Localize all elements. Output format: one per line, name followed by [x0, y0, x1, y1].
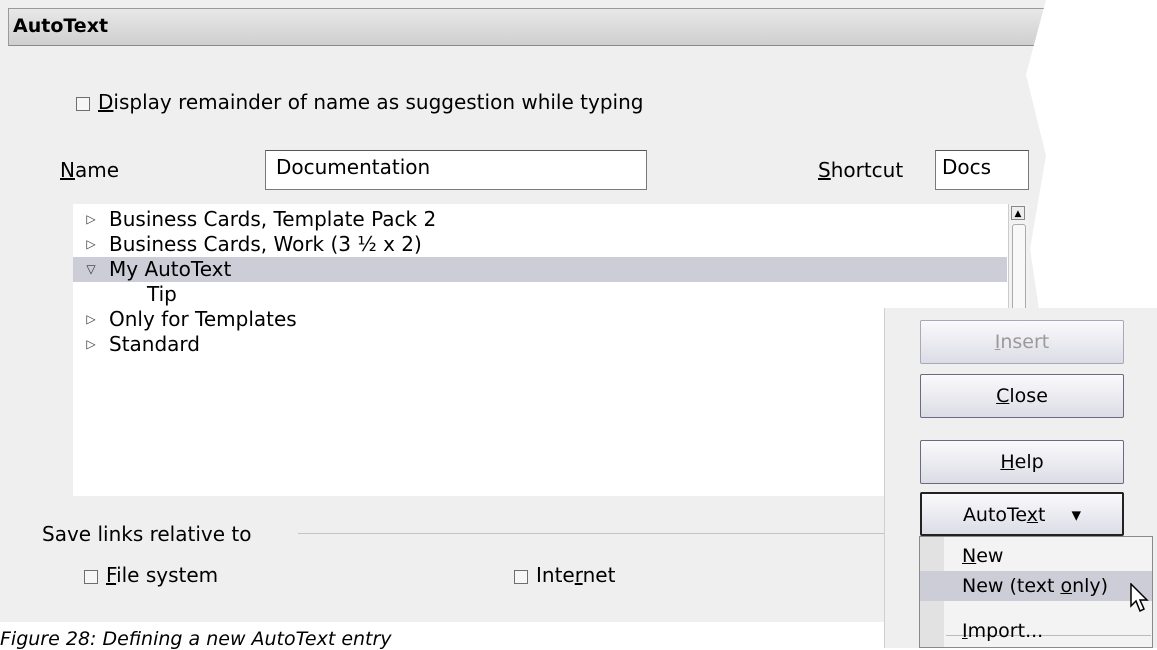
help-accel: H — [1000, 451, 1015, 473]
tree-item-label: Standard — [109, 332, 200, 356]
tree-item-label: Business Cards, Work (3 ½ x 2) — [109, 232, 422, 256]
insert-label: nsert — [1000, 331, 1050, 353]
expand-triangle-icon[interactable]: ▷ — [73, 332, 109, 357]
scroll-thumb[interactable] — [1012, 224, 1026, 316]
shortcut-input[interactable]: Docs — [935, 150, 1029, 190]
tree-item-label: Business Cards, Template Pack 2 — [109, 207, 437, 231]
shortcut-label-rest: hortcut — [830, 158, 904, 182]
dialog-titlebar: AutoText — [8, 8, 1054, 46]
autotext-menu-button[interactable]: AutoText ▾ — [920, 492, 1124, 536]
help-label: elp — [1014, 451, 1044, 473]
internet-checkbox[interactable] — [514, 569, 528, 584]
close-label: lose — [1009, 385, 1048, 407]
internet-option[interactable]: Internet — [514, 563, 615, 587]
internet-label-pre: Inte — [536, 563, 575, 587]
autotext-dropdown-menu: New New (text only) Import... — [919, 536, 1153, 648]
expand-triangle-icon[interactable]: ▷ — [73, 207, 109, 232]
tree-item-business-cards-template-pack[interactable]: ▷ Business Cards, Template Pack 2 — [73, 207, 1007, 232]
autotext-label-rest: t — [1038, 504, 1046, 526]
display-remainder-accel: D — [98, 90, 114, 114]
scroll-up-icon[interactable]: ▲ — [1011, 206, 1025, 220]
tree-item-tip[interactable]: Tip — [73, 282, 1007, 307]
name-label-accel: N — [60, 158, 75, 182]
menu-new-text-only-accel: o — [1060, 575, 1073, 597]
tree-item-only-for-templates[interactable]: ▷ Only for Templates — [73, 307, 1007, 332]
display-remainder-label: isplay remainder of name as suggestion w… — [113, 90, 644, 114]
autotext-accel: x — [1026, 504, 1039, 526]
shortcut-label-accel: S — [818, 158, 831, 182]
expand-triangle-icon[interactable]: ▷ — [73, 232, 109, 257]
menu-import-label: mport... — [967, 620, 1044, 642]
dialog-title: AutoText — [13, 15, 109, 37]
save-links-group-label: Save links relative to — [42, 522, 252, 546]
group-divider — [298, 533, 898, 534]
menu-new-text-only-rest: nly) — [1072, 575, 1109, 597]
display-remainder-checkbox[interactable] — [76, 96, 90, 111]
menu-new-accel: N — [962, 545, 977, 567]
help-button[interactable]: Help — [920, 440, 1124, 484]
name-input[interactable]: Documentation — [265, 150, 647, 190]
shortcut-label: Shortcut — [818, 158, 903, 182]
mouse-pointer-icon — [1130, 583, 1149, 613]
insert-button[interactable]: Insert — [920, 320, 1124, 364]
file-system-checkbox[interactable] — [84, 569, 98, 584]
autotext-label-pre: AutoTe — [962, 504, 1027, 526]
name-label: Name — [60, 158, 119, 182]
tree-item-label: Tip — [147, 282, 177, 306]
menu-item-new-text-only[interactable]: New (text only) — [920, 571, 1152, 601]
dropdown-arrow-icon: ▾ — [1071, 504, 1082, 526]
internet-accel: r — [574, 563, 583, 587]
tree-item-business-cards-work[interactable]: ▷ Business Cards, Work (3 ½ x 2) — [73, 232, 1007, 257]
tree-item-label: Only for Templates — [109, 307, 297, 331]
file-system-label: ile system — [116, 563, 219, 587]
display-remainder-option[interactable]: Display remainder of name as suggestion … — [76, 90, 643, 114]
menu-item-new[interactable]: New — [920, 541, 1152, 571]
tree-item-label: My AutoText — [109, 257, 232, 281]
internet-label-rest: net — [582, 563, 616, 587]
menu-new-label: ew — [976, 545, 1004, 567]
menu-new-text-only-pre: New (text — [962, 575, 1061, 597]
close-button[interactable]: Close — [920, 374, 1124, 418]
tree-item-standard[interactable]: ▷ Standard — [73, 332, 1007, 357]
tree-item-my-autotext[interactable]: ▽ My AutoText — [73, 257, 1007, 282]
expand-triangle-icon[interactable]: ▷ — [73, 307, 109, 332]
file-system-accel: F — [106, 563, 117, 587]
close-accel: C — [996, 385, 1010, 407]
name-label-rest: ame — [74, 158, 120, 182]
figure-caption: Figure 28: Defining a new AutoText entry — [0, 628, 392, 650]
file-system-option[interactable]: File system — [84, 563, 218, 587]
menu-item-import[interactable]: Import... — [920, 616, 1152, 646]
collapse-triangle-icon[interactable]: ▽ — [73, 257, 109, 282]
